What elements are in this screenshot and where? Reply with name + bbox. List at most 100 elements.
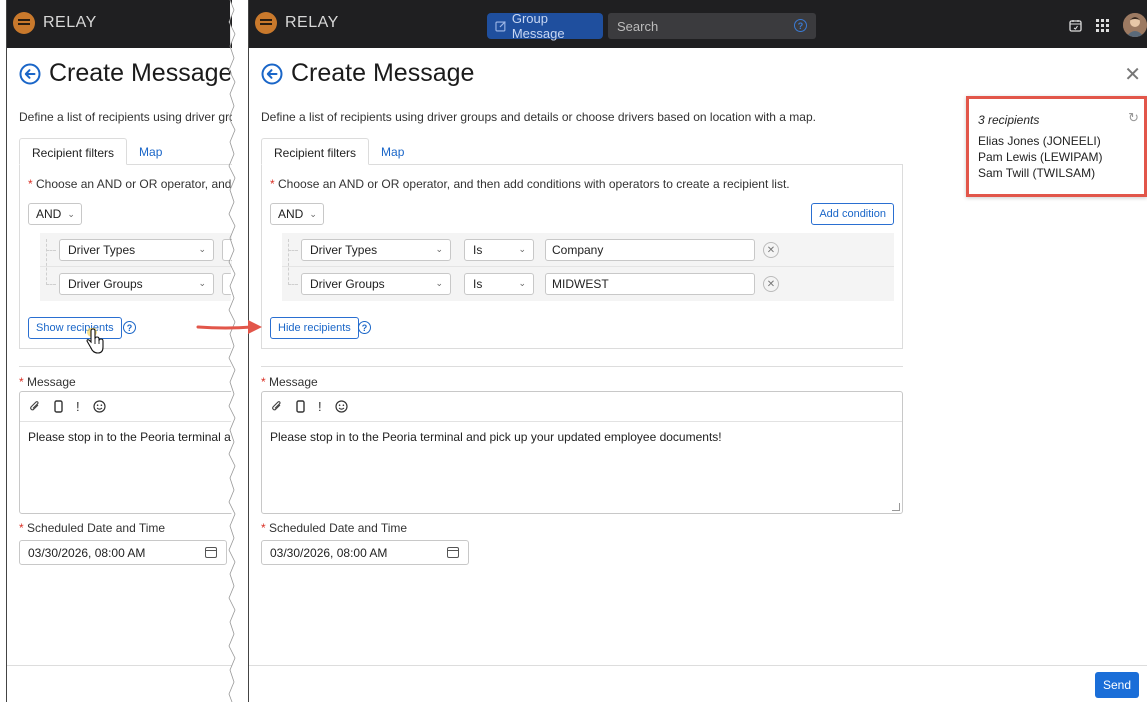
- calendar-icon[interactable]: [447, 547, 459, 558]
- tab-map[interactable]: Map: [369, 138, 416, 165]
- priority-icon[interactable]: !: [76, 399, 80, 414]
- hand-cursor-icon: [86, 328, 104, 354]
- app-grid-icon[interactable]: [1096, 18, 1109, 32]
- edit-icon: [495, 21, 506, 32]
- help-icon[interactable]: ?: [358, 321, 371, 334]
- page-title: Create Message: [49, 59, 232, 87]
- filter-instructions-text: Choose an AND or OR operator, and then a…: [36, 177, 232, 191]
- app-name: RELAY: [285, 14, 339, 31]
- operator-select[interactable]: AND ⌄: [270, 203, 324, 225]
- schedule-label: * Scheduled Date and Time: [261, 521, 407, 535]
- before-panel: RELAY Create Message Define a list of re…: [6, 0, 232, 702]
- back-arrow-icon[interactable]: [261, 63, 283, 85]
- close-icon[interactable]: ✕: [1124, 62, 1141, 87]
- attach-icon[interactable]: [29, 400, 41, 413]
- search-help-icon[interactable]: ?: [794, 19, 807, 32]
- chevron-down-icon: ⌄: [518, 244, 526, 254]
- emoji-icon[interactable]: [335, 400, 348, 413]
- calendar-icon[interactable]: [205, 547, 217, 558]
- refresh-icon[interactable]: ↻: [1128, 110, 1139, 126]
- priority-icon[interactable]: !: [318, 399, 322, 414]
- group-message-button[interactable]: Group Message: [487, 11, 603, 41]
- condition-operator-select[interactable]: Is ⌄: [464, 273, 534, 295]
- condition-field-select[interactable]: Driver Groups ⌄: [59, 273, 214, 295]
- search-placeholder: Search: [617, 18, 659, 34]
- page-title: Create Message: [291, 59, 475, 87]
- tab-map[interactable]: Map: [127, 138, 174, 165]
- condition-value-input[interactable]: MIDWEST: [545, 273, 755, 295]
- list-item: Pam Lewis (LEWIPAM): [978, 150, 1103, 164]
- schedule-datetime-input[interactable]: 03/30/2026, 08:00 AM: [19, 540, 227, 565]
- condition-field-select[interactable]: Driver Types ⌄: [59, 239, 214, 261]
- search-input[interactable]: Search ?: [608, 13, 816, 39]
- hide-recipients-button[interactable]: Hide recipients: [270, 317, 359, 339]
- app-logo[interactable]: RELAY: [13, 12, 97, 34]
- condition-field-select[interactable]: Driver Types ⌄: [301, 239, 451, 261]
- condition-value-input[interactable]: Company: [545, 239, 755, 261]
- tab-recipient-filters[interactable]: Recipient filters: [19, 138, 128, 165]
- condition-row: Driver Groups ⌄ Is ⌄ MIDWEST ✕: [282, 267, 894, 301]
- recipient-list: Elias Jones (JONEELI) Pam Lewis (LEWIPAM…: [978, 133, 1102, 181]
- recipients-panel: 3 recipients ↻ Elias Jones (JONEELI) Pam…: [966, 96, 1147, 197]
- message-label-text: Message: [269, 375, 318, 389]
- message-toolbar: !: [262, 392, 902, 422]
- condition-field-value: Driver Types: [68, 243, 136, 257]
- recipient-count: 3 recipients: [978, 113, 1040, 127]
- resize-handle[interactable]: [892, 503, 900, 511]
- torn-edge-divider: [228, 0, 236, 702]
- filter-instructions: * Choose an AND or OR operator, and then…: [28, 177, 232, 191]
- condition-operator-select[interactable]: Is ⌄: [464, 239, 534, 261]
- add-condition-button[interactable]: Add condition: [811, 203, 894, 225]
- page-title-row: Create Message: [261, 59, 474, 88]
- device-icon[interactable]: [54, 400, 63, 413]
- chevron-down-icon: ⌄: [67, 208, 75, 219]
- app-name: RELAY: [43, 14, 97, 31]
- tree-branch: [288, 250, 298, 251]
- condition-operator-value: Is: [473, 277, 483, 291]
- chevron-down-icon: ⌄: [198, 278, 206, 288]
- app-logo[interactable]: RELAY: [255, 12, 339, 34]
- page-description: Define a list of recipients using driver…: [19, 110, 232, 124]
- schedule-value: 03/30/2026, 08:00 AM: [270, 545, 388, 560]
- required-marker: *: [19, 375, 24, 389]
- condition-operator-value: Is: [473, 243, 483, 257]
- message-text: Please stop in to the Peoria terminal an…: [270, 430, 722, 444]
- list-item: Sam Twill (TWILSAM): [978, 166, 1096, 180]
- condition-field-value: Driver Types: [310, 243, 378, 257]
- device-icon[interactable]: [296, 400, 305, 413]
- operator-value: AND: [278, 207, 304, 221]
- attach-icon[interactable]: [271, 400, 283, 413]
- operator-value: AND: [36, 207, 62, 221]
- group-message-label: Group Message: [511, 11, 565, 41]
- page-title-row: Create Message: [19, 59, 232, 88]
- remove-condition-icon[interactable]: ✕: [763, 242, 779, 258]
- remove-condition-icon[interactable]: ✕: [763, 276, 779, 292]
- schedule-value: 03/30/2026, 08:00 AM: [28, 545, 146, 560]
- help-icon[interactable]: ?: [123, 321, 136, 334]
- schedule-datetime-input[interactable]: 03/30/2026, 08:00 AM: [261, 540, 469, 565]
- required-marker: *: [270, 177, 275, 191]
- show-recipients-button[interactable]: Show recipients: [28, 317, 122, 339]
- tree-branch: [288, 284, 298, 285]
- annotation-arrow-icon: [196, 320, 262, 334]
- message-text: Please stop in to the Peoria terminal an…: [28, 430, 232, 444]
- calendar-icon[interactable]: [1069, 19, 1082, 32]
- tab-bar: Recipient filters Map: [261, 138, 416, 165]
- page-description: Define a list of recipients using driver…: [261, 110, 816, 124]
- section-divider: [261, 366, 903, 367]
- user-avatar[interactable]: [1123, 13, 1147, 37]
- conditions-list: Driver Types ⌄ Is ⌄ Company ✕ Driver Group…: [282, 233, 894, 301]
- back-arrow-icon[interactable]: [19, 63, 41, 85]
- condition-field-value: Driver Groups: [310, 277, 385, 291]
- emoji-icon[interactable]: [93, 400, 106, 413]
- chevron-down-icon: ⌄: [435, 278, 443, 288]
- send-button[interactable]: Send: [1095, 672, 1139, 698]
- footer-divider: [7, 665, 232, 666]
- condition-field-value: Driver Groups: [68, 277, 143, 291]
- message-editor[interactable]: ! Please stop in to the Peoria terminal …: [19, 391, 232, 514]
- condition-field-select[interactable]: Driver Groups ⌄: [301, 273, 451, 295]
- message-editor[interactable]: ! Please stop in to the Peoria terminal …: [261, 391, 903, 514]
- tab-recipient-filters[interactable]: Recipient filters: [261, 138, 370, 165]
- condition-row: Driver Groups⌄ Is⌄: [40, 267, 232, 301]
- operator-select[interactable]: AND ⌄: [28, 203, 82, 225]
